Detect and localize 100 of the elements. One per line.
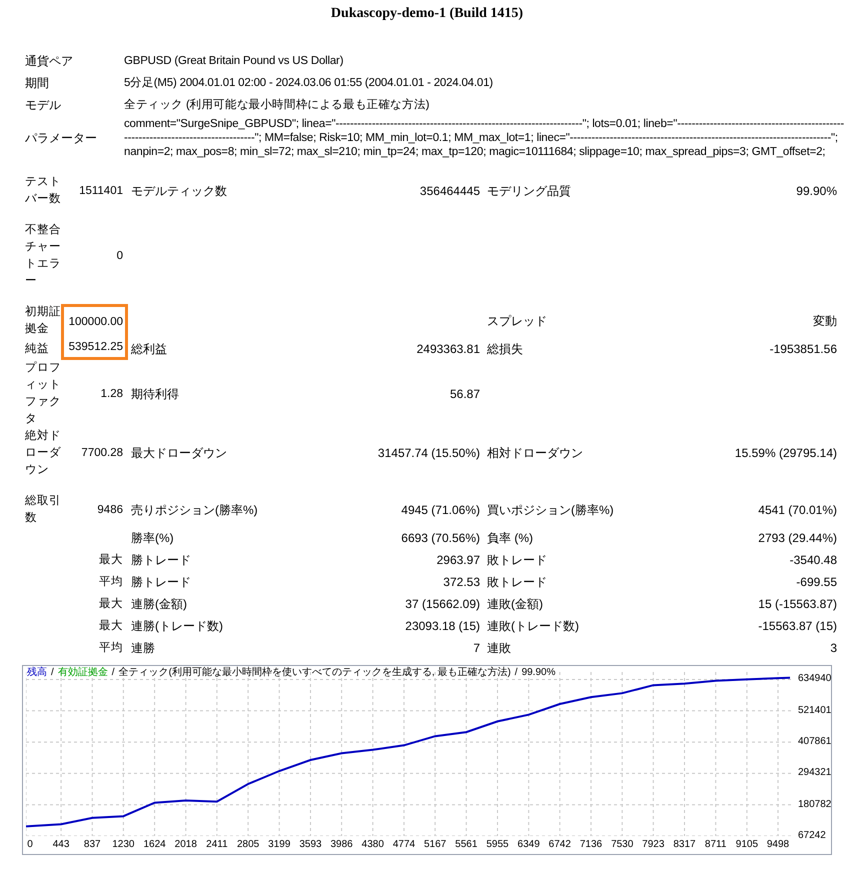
- stat-label: 負率 (%): [487, 530, 533, 544]
- stat-value: 最大: [99, 596, 123, 612]
- info-label: 期間: [25, 76, 50, 90]
- stat-value: 15 (-15563.87): [758, 596, 837, 610]
- stat-label: 不整合チャートエラー: [25, 222, 61, 289]
- info-value: 全ティック (利用可能な最小時間枠による最も正確な方法): [124, 97, 430, 113]
- stat-value: 100000.00: [68, 315, 123, 330]
- legend-separator: /: [514, 667, 518, 679]
- stat-value: 最大: [99, 618, 123, 634]
- stat-value: 539512.25: [68, 340, 123, 355]
- info-value: GBPUSD (Great Britain Pound vs US Dollar): [124, 54, 344, 69]
- stat-label: 買いポジション(勝率%): [487, 502, 614, 516]
- x-axis-label: 3593: [299, 839, 322, 851]
- stat-value: -699.55: [796, 574, 837, 588]
- stat-value: 4541 (70.01%): [758, 502, 837, 516]
- stat-value: 7700.28: [81, 446, 123, 461]
- info-value: comment="SurgeSnipe_GBPUSD"; linea="--------------------------------------------------------------------"; lots=0.01; lineb="----------------------------------------------------------------------------------"; MM=false; Risk=10; MM_min_lot=0.1; MM_max_lot=1; linec="------------------------------------------------------------------------"; nanpin=2; max_pos=8; min_sl=72; max_sl=210; min_tp=24; max_tp=120; magic=10111684; slippage=10; max_spread_pips=3; GMT_offset=2;: [124, 117, 846, 160]
- stat-value: 2493363.81: [416, 342, 480, 356]
- stat-value: 3: [830, 640, 837, 654]
- x-axis-label: 0: [27, 839, 33, 851]
- stat-label: 純益: [25, 342, 49, 356]
- x-axis-label: 2805: [236, 839, 260, 851]
- stat-label: 敗トレード: [487, 552, 547, 566]
- stat-label: 連敗: [487, 640, 511, 654]
- stat-label: 初期証拠金: [25, 304, 61, 337]
- x-axis-label: 443: [52, 839, 70, 851]
- x-axis-label: 2411: [206, 839, 228, 851]
- stat-value: -1953851.56: [770, 342, 837, 356]
- stat-label: スプレッド: [487, 314, 547, 328]
- stat-label: 売りポジション(勝率%): [131, 502, 258, 516]
- stat-value: 23093.18 (15): [405, 618, 480, 632]
- legend-item: 残高: [27, 667, 47, 679]
- stat-label: 総損失: [487, 342, 523, 356]
- stat-value: 0: [116, 248, 123, 264]
- stat-label: 絶対ドローダウン: [25, 428, 61, 478]
- stat-value: 4945 (71.06%): [401, 502, 480, 516]
- x-axis-label: 4774: [392, 839, 416, 851]
- stat-value: 372.53: [443, 574, 480, 588]
- stat-value: 平均: [99, 640, 123, 656]
- stat-value: 56.87: [450, 386, 480, 400]
- y-axis-label: 634940: [798, 673, 832, 686]
- x-axis-label: 9105: [736, 839, 758, 851]
- x-axis-label: 8711: [704, 839, 726, 851]
- stat-label: 勝率(%): [131, 530, 174, 544]
- stat-value: 99.90%: [796, 184, 837, 198]
- legend-item: 有効証拠金: [58, 667, 108, 679]
- y-axis-label: 294321: [798, 767, 832, 780]
- x-axis-label: 7530: [611, 839, 634, 851]
- stat-label: 総利益: [131, 342, 167, 356]
- y-axis-label: 407861: [798, 736, 832, 748]
- stat-label: 連敗(金額): [487, 596, 543, 610]
- x-axis-label: 6349: [518, 839, 540, 851]
- stat-value: 1511401: [79, 184, 123, 198]
- stat-value: 平均: [99, 574, 123, 590]
- stat-value: -3540.48: [790, 552, 837, 566]
- info-label: 通貨ペア: [25, 54, 74, 68]
- info-label: モデル: [25, 98, 62, 112]
- stat-label: プロフィットファクタ: [25, 360, 61, 427]
- stat-value: 31457.74 (15.50%): [378, 446, 480, 460]
- info-label: パラメーター: [25, 130, 98, 146]
- info-value: 5分足(M5) 2004.01.01 02:00 - 2024.03.06 01:55 (2004.01.01 - 2024.04.01): [124, 76, 494, 91]
- stat-label: モデルティック数: [131, 184, 227, 198]
- x-axis-label: 5955: [486, 839, 509, 851]
- server-title: Dukascopy-demo-1 (Build 1415): [330, 6, 524, 21]
- stat-label: 相対ドローダウン: [487, 446, 583, 460]
- x-axis-label: 3986: [330, 839, 353, 851]
- x-axis-label: 4380: [362, 839, 384, 851]
- stat-label: 連敗(トレード数): [487, 618, 579, 632]
- y-axis-label: 521401: [798, 704, 832, 717]
- x-axis-label: 5561: [455, 839, 478, 851]
- x-axis-label: 3199: [268, 839, 290, 851]
- stat-label: 勝トレード: [131, 552, 191, 566]
- x-axis-label: 5167: [424, 839, 446, 851]
- stat-label: 連勝: [131, 640, 155, 654]
- stat-label: 敗トレード: [487, 574, 547, 588]
- stat-value: 7: [473, 640, 480, 654]
- stat-value: 変動: [813, 314, 837, 328]
- stat-label: 勝トレード: [131, 574, 191, 588]
- x-axis-label: 1230: [112, 839, 134, 851]
- stat-value: 9486: [97, 502, 123, 518]
- stat-value: 15.59% (29795.14): [734, 446, 837, 460]
- stat-value: 最大: [99, 552, 123, 568]
- stat-label: 期待利得: [131, 386, 179, 400]
- stat-value: 2963.97: [436, 552, 480, 566]
- legend-separator: /: [51, 667, 54, 679]
- x-axis-label: 2018: [174, 839, 197, 851]
- y-axis-label: 180782: [798, 798, 832, 811]
- stat-label: 総取引数: [25, 494, 61, 526]
- y-axis-label: 67242: [798, 830, 826, 842]
- x-axis-label: 1624: [143, 839, 166, 851]
- x-axis-label: 7923: [642, 839, 664, 851]
- x-axis-label: 837: [84, 839, 101, 851]
- stat-value: 356464445: [420, 184, 480, 198]
- legend-separator: /: [112, 667, 115, 679]
- stat-value: 1.28: [100, 386, 123, 402]
- stat-label: モデリング品質: [487, 184, 571, 198]
- stat-label: 最大ドローダウン: [131, 446, 227, 460]
- legend-item: 99.90%: [522, 667, 556, 679]
- x-axis-label: 6742: [548, 839, 571, 851]
- stat-label: 連勝(金額): [131, 596, 187, 610]
